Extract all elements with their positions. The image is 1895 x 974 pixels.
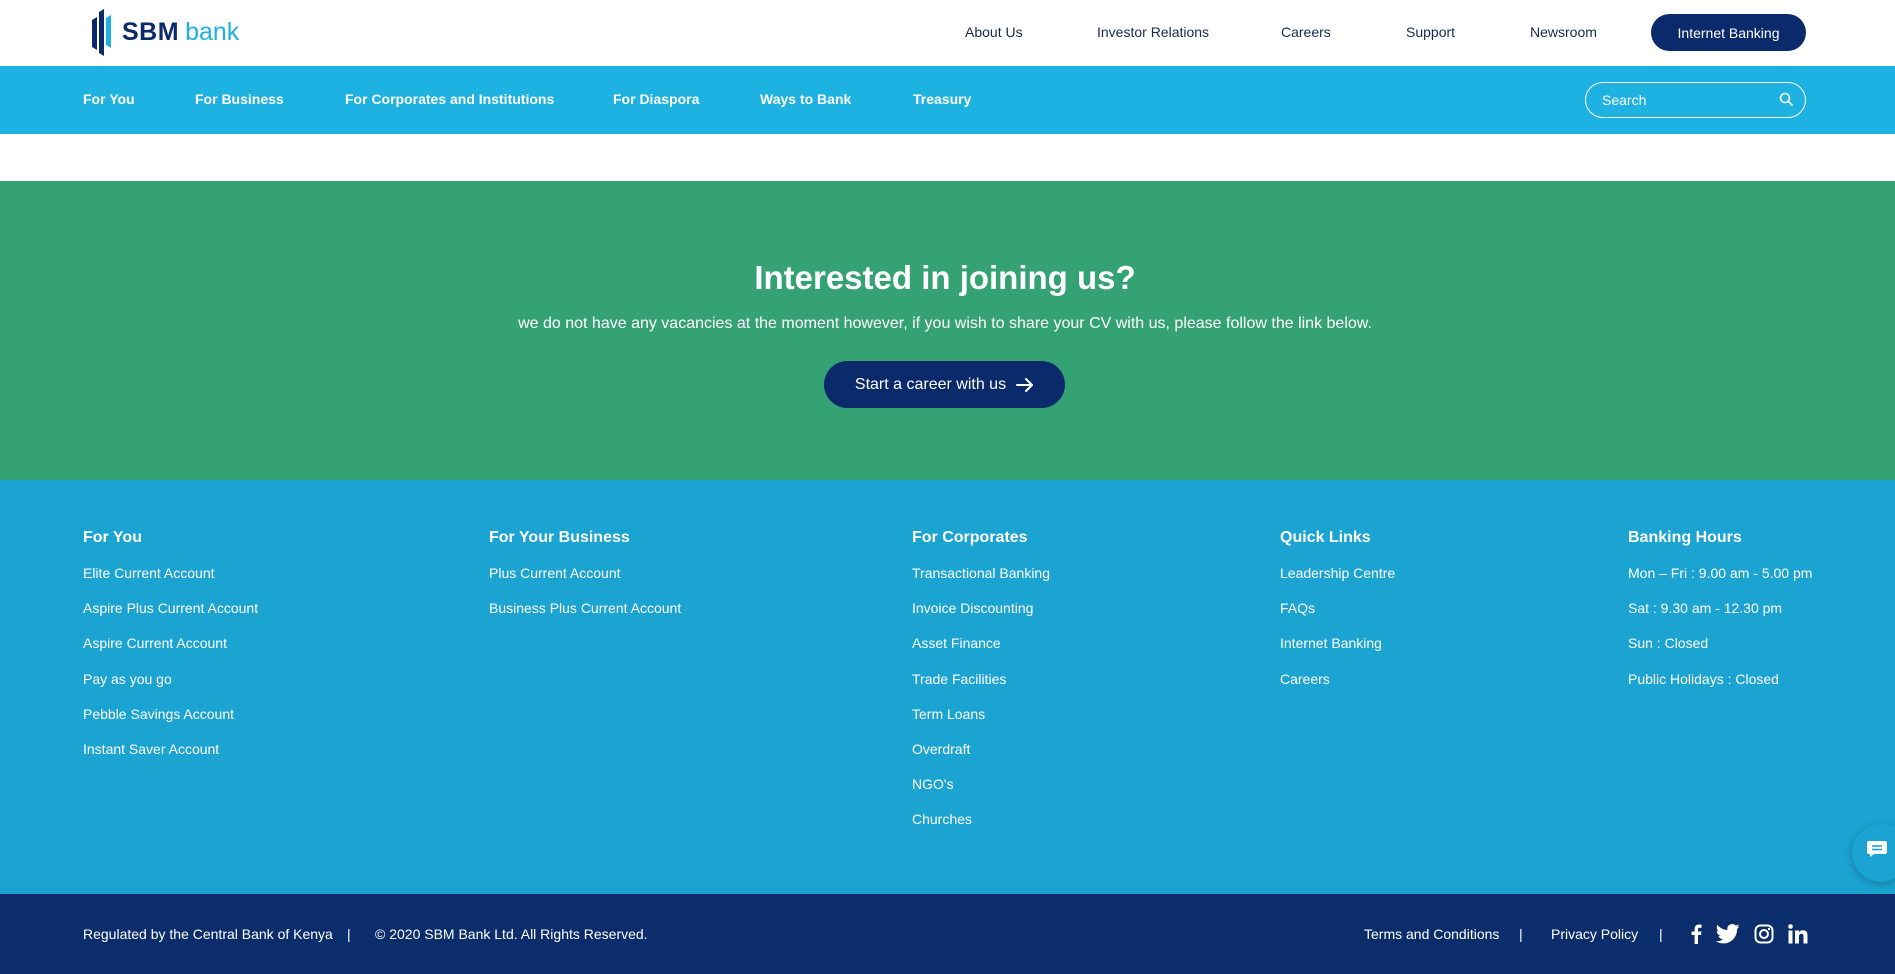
footer-link[interactable]: Pebble Savings Account	[83, 706, 258, 741]
search-box	[1585, 82, 1806, 118]
footer-col-title: Quick Links	[1280, 529, 1371, 546]
career-text: we do not have any vacancies at the mome…	[518, 315, 1372, 332]
topnav-investor-relations[interactable]: Investor Relations	[1097, 24, 1209, 40]
topnav-support[interactable]: Support	[1406, 24, 1455, 40]
footer-link[interactable]: Internet Banking	[1280, 635, 1395, 670]
nav-treasury[interactable]: Treasury	[913, 91, 971, 107]
start-career-label: Start a career with us	[854, 375, 1007, 393]
footer-link[interactable]: Trade Facilities	[912, 671, 1050, 706]
banking-hours-item: Public Holidays : Closed	[1628, 670, 1779, 687]
footer-col-banking-hours: Banking Hours Mon – Fri : 9.00 am - 5.00…	[1628, 529, 1812, 706]
banking-hours-item: Mon – Fri : 9.00 am - 5.00 pm	[1628, 565, 1813, 581]
footer-col-for-your-business: For Your Business Plus Current Account B…	[489, 529, 681, 635]
footer-link[interactable]: Instant Saver Account	[83, 741, 258, 776]
search-icon[interactable]	[1779, 92, 1793, 106]
topnav-newsroom[interactable]: Newsroom	[1530, 24, 1597, 40]
arrow-right-icon	[1016, 377, 1034, 392]
bottom-bar: Regulated by the Central Bank of Kenya |…	[0, 894, 1895, 974]
footer-col-title: For Corporates	[912, 529, 1028, 546]
nav-for-corporates[interactable]: For Corporates and Institutions	[345, 91, 554, 107]
footer-col-for-corporates: For Corporates Transactional Banking Inv…	[912, 529, 1050, 847]
footer-col-title: For You	[83, 529, 142, 546]
privacy-link[interactable]: Privacy Policy	[1551, 926, 1638, 942]
topnav-about-us[interactable]: About Us	[965, 24, 1023, 40]
footer-col-title: Banking Hours	[1628, 529, 1742, 546]
social-links	[1690, 924, 1808, 944]
nav-for-business[interactable]: For Business	[195, 91, 284, 107]
logo-wordmark: SBM bank	[122, 17, 240, 46]
top-header: SBM bank About Us Investor Relations Care…	[0, 0, 1895, 66]
footer-link[interactable]: Term Loans	[912, 706, 1050, 741]
main-nav: For You For Business For Corporates and …	[0, 66, 1895, 134]
footer-link[interactable]: FAQs	[1280, 600, 1395, 635]
footer-link[interactable]: Business Plus Current Account	[489, 600, 681, 635]
logo-bank: bank	[185, 17, 240, 46]
logo-mark-icon	[92, 9, 111, 56]
footer-link[interactable]: Invoice Discounting	[912, 600, 1050, 635]
footer-link[interactable]: NGO's	[912, 776, 1050, 811]
footer-link[interactable]: Leadership Centre	[1280, 565, 1395, 600]
banking-hours-item: Sun : Closed	[1628, 635, 1709, 652]
footer: For You Elite Current Account Aspire Plu…	[0, 480, 1895, 894]
logo-sbm: SBM	[122, 17, 180, 46]
career-title: Interested in joining us?	[754, 259, 1136, 296]
career-section: Interested in joining us? we do not have…	[0, 181, 1895, 480]
footer-link[interactable]: Pay as you go	[83, 671, 258, 706]
regulated-text: Regulated by the Central Bank of Kenya	[83, 926, 333, 942]
nav-for-you[interactable]: For You	[83, 91, 135, 107]
topnav-careers[interactable]: Careers	[1281, 24, 1331, 40]
nav-ways-to-bank[interactable]: Ways to Bank	[760, 91, 851, 107]
footer-col-title: For Your Business	[489, 529, 630, 546]
terms-link[interactable]: Terms and Conditions	[1364, 926, 1499, 942]
footer-col-for-you: For You Elite Current Account Aspire Plu…	[83, 529, 258, 776]
footer-link[interactable]: Elite Current Account	[83, 565, 258, 600]
bottom-separator: |	[1519, 926, 1523, 942]
start-career-button[interactable]: Start a career with us	[824, 361, 1065, 408]
chat-icon	[1867, 841, 1887, 857]
footer-link[interactable]: Aspire Plus Current Account	[83, 600, 258, 635]
facebook-icon[interactable]	[1690, 924, 1702, 944]
footer-link[interactable]: Careers	[1280, 671, 1395, 706]
sbm-bank-logo[interactable]: SBM bank	[90, 8, 239, 56]
bottom-separator: |	[1659, 926, 1663, 942]
linkedin-icon[interactable]	[1788, 924, 1808, 944]
footer-link[interactable]: Aspire Current Account	[83, 635, 258, 670]
footer-link[interactable]: Asset Finance	[912, 635, 1050, 670]
footer-link[interactable]: Churches	[912, 811, 1050, 846]
internet-banking-button[interactable]: Internet Banking	[1651, 14, 1806, 51]
banking-hours-item: Sat : 9.30 am - 12.30 pm	[1628, 600, 1783, 617]
nav-for-diaspora[interactable]: For Diaspora	[613, 91, 699, 107]
footer-link[interactable]: Transactional Banking	[912, 565, 1050, 600]
footer-col-quick-links: Quick Links Leadership Centre FAQs Inter…	[1280, 529, 1395, 706]
copyright-text: © 2020 SBM Bank Ltd. All Rights Reserved…	[375, 926, 648, 942]
search-input[interactable]	[1602, 90, 1772, 110]
twitter-icon[interactable]	[1716, 924, 1740, 944]
instagram-icon[interactable]	[1754, 924, 1774, 944]
bottom-separator: |	[347, 926, 351, 942]
footer-link[interactable]: Overdraft	[912, 741, 1050, 776]
footer-link[interactable]: Plus Current Account	[489, 565, 681, 600]
